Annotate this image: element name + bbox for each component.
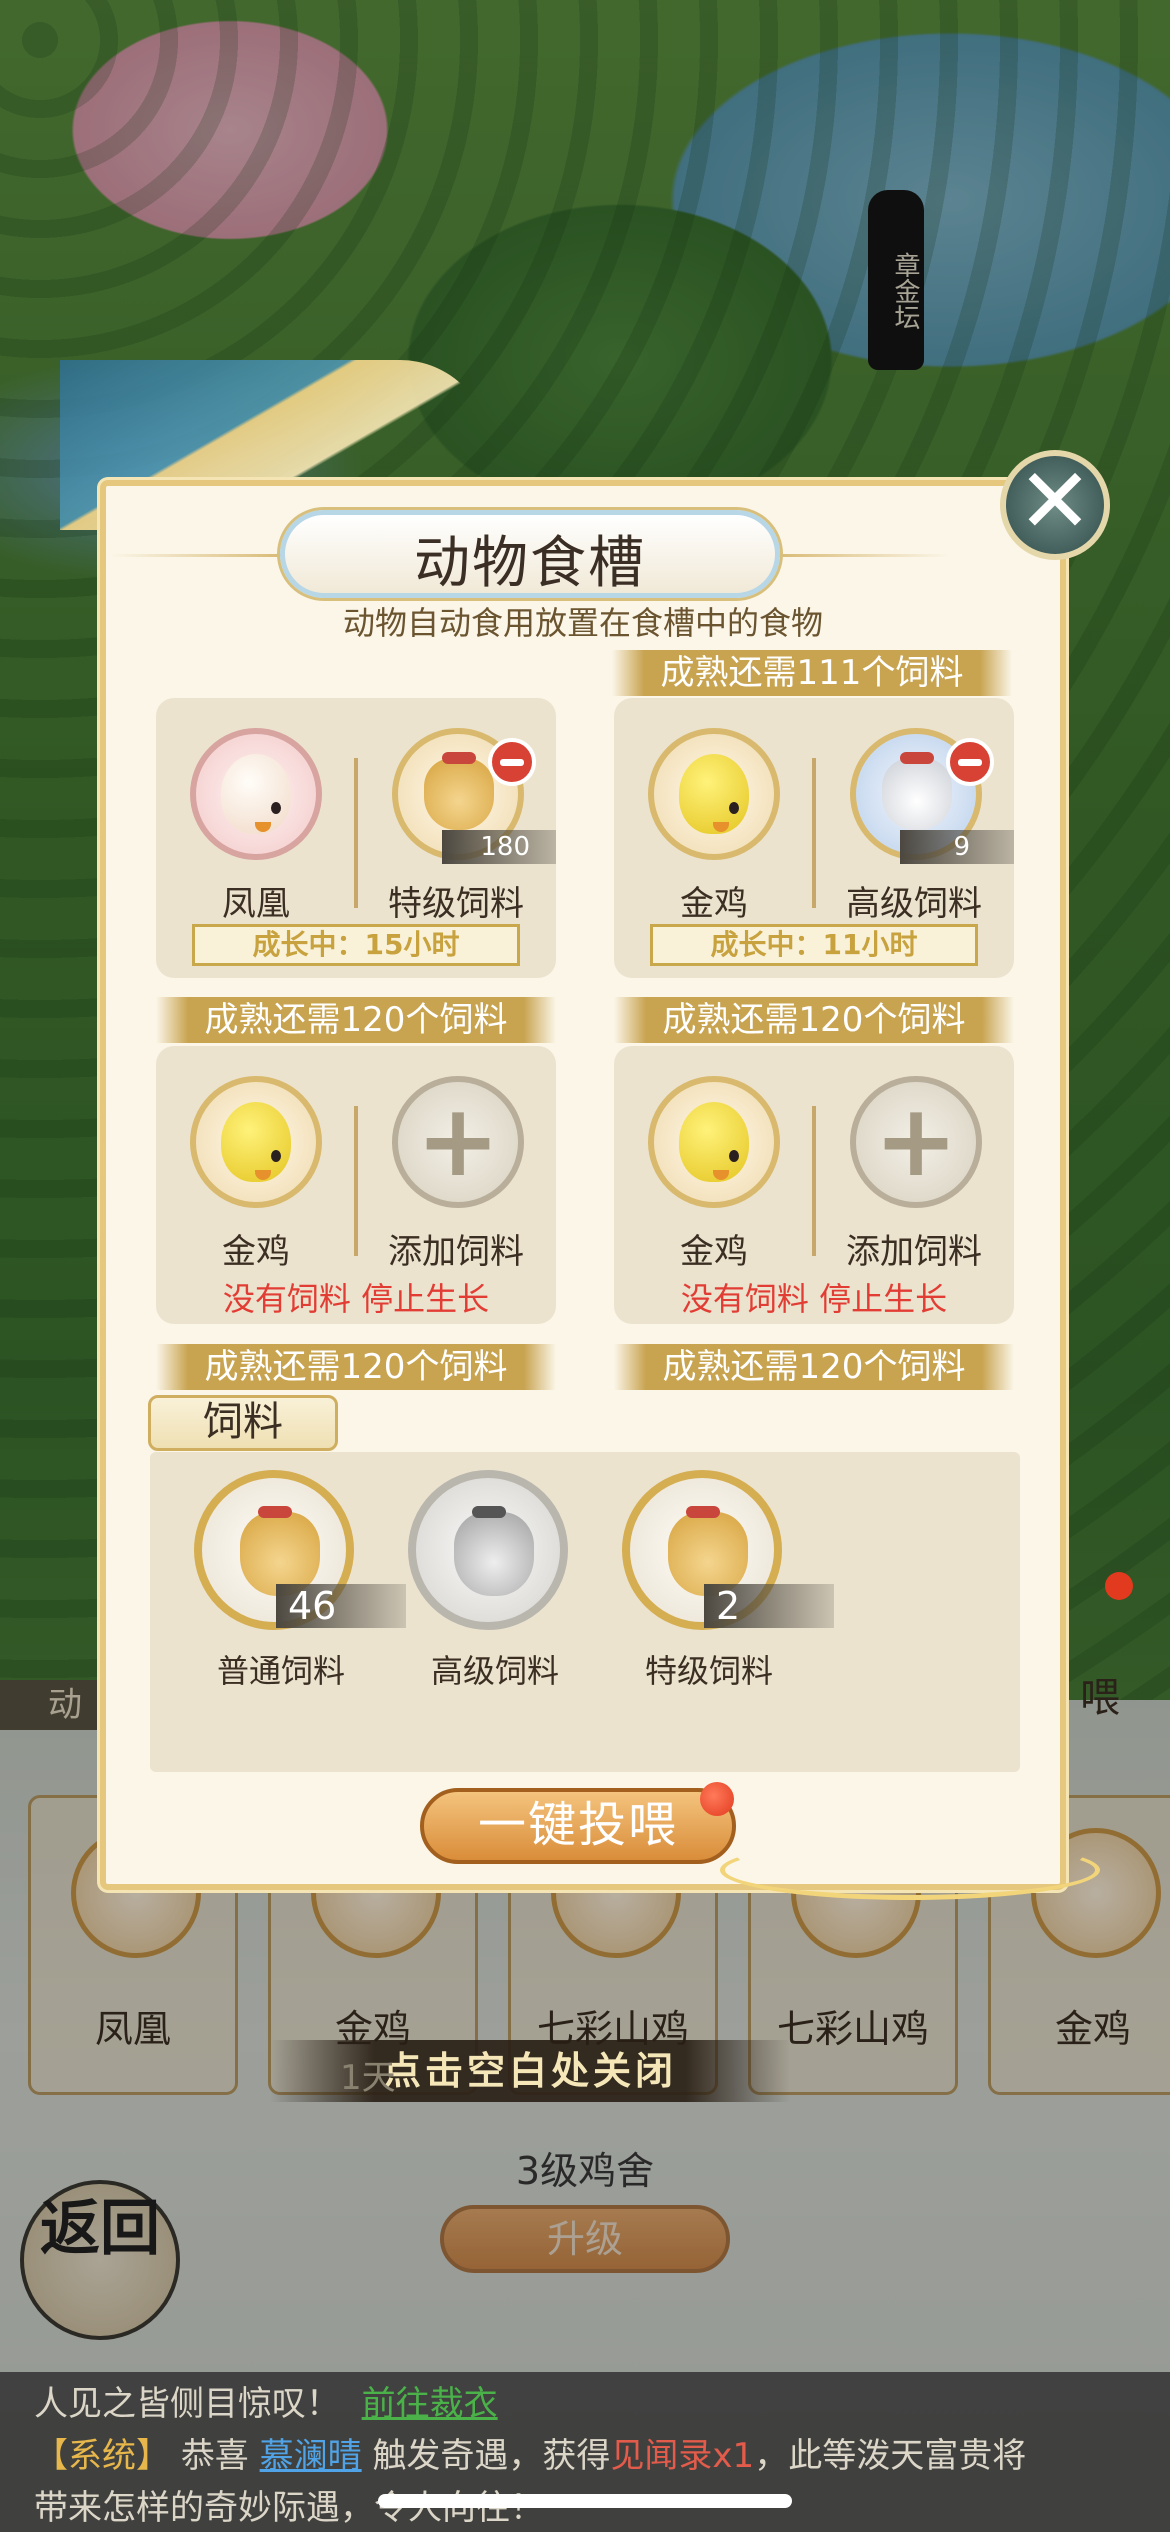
- feed-bag-icon: [424, 752, 494, 830]
- eye: [729, 802, 739, 814]
- eye: [271, 1150, 281, 1162]
- feed-inventory-panel: 46 普通饲料 高级饲料 2 特级饲料: [150, 1452, 1020, 1772]
- eye: [729, 1150, 739, 1162]
- maturity-banner: 成熟还需120个饲料: [156, 1344, 556, 1390]
- chat-line: 人见之皆侧目惊叹！ 前往裁衣: [34, 2378, 1136, 2430]
- chat-text: 触发奇遇，获得: [372, 2436, 611, 2476]
- feed-item[interactable]: 46 普通饲料: [166, 1470, 406, 1700]
- maturity-banner: 成熟还需120个饲料: [614, 997, 1014, 1043]
- feed-count: 2: [704, 1584, 834, 1628]
- player-link[interactable]: 慕澜晴: [260, 2436, 362, 2476]
- feed-label: 特级饲料: [644, 1652, 773, 1690]
- feed-section-tab: 饲料: [148, 1395, 338, 1451]
- chicken-icon: [679, 754, 749, 834]
- add-feed-button[interactable]: +: [850, 1076, 982, 1208]
- feed-bag-icon: [882, 752, 952, 830]
- home-indicator[interactable]: [378, 2494, 792, 2508]
- golden-chicken-avatar: [190, 1076, 322, 1208]
- feed-name: 特级饲料: [388, 884, 524, 924]
- day-counter: 1天: [340, 2058, 396, 2098]
- trough-card[interactable]: + 金鸡 添加饲料 没有饲料 停止生长: [614, 1046, 1014, 1324]
- chicken-icon: [679, 1102, 749, 1182]
- growth-status: 成长中：15小时: [192, 924, 520, 966]
- modal-title: 动物食槽: [414, 531, 646, 596]
- animal-name: 金鸡: [680, 1232, 748, 1272]
- add-feed-button[interactable]: +: [392, 1076, 524, 1208]
- plus-icon: +: [874, 1082, 958, 1199]
- phoenix-avatar: [190, 728, 322, 860]
- trough-card[interactable]: + 金鸡 添加饲料 没有饲料 停止生长: [156, 1046, 556, 1324]
- maturity-banner: 成熟还需111个饲料: [612, 650, 1012, 696]
- feed-item-frame: [408, 1470, 568, 1630]
- golden-chicken-avatar: [648, 1076, 780, 1208]
- remove-feed-icon[interactable]: [488, 738, 536, 786]
- maturity-banner: 成熟还需120个饲料: [614, 1344, 1014, 1390]
- feed-name: 添加饲料: [846, 1232, 982, 1272]
- feed-qty: 180: [442, 830, 556, 864]
- feed-all-button[interactable]: 一键投喂: [420, 1788, 736, 1864]
- chat-text: 恭喜: [180, 2436, 249, 2476]
- chat-line: 【系统】 恭喜 慕澜晴 触发奇遇，获得见闻录x1，此等泼天富贵将: [34, 2430, 1136, 2482]
- feed-qty: 9: [900, 830, 1014, 864]
- notification-dot: [700, 1782, 734, 1816]
- feed-name: 高级饲料: [846, 884, 982, 924]
- beak: [713, 1170, 729, 1180]
- animal-name: 金鸡: [222, 1232, 290, 1272]
- growth-status: 成长中：11小时: [650, 924, 978, 966]
- chat-feed[interactable]: 人见之皆侧目惊叹！ 前往裁衣 【系统】 恭喜 慕澜晴 触发奇遇，获得见闻录x1，…: [0, 2372, 1170, 2532]
- swirl-decoration: [720, 1840, 1100, 1900]
- system-tag: 【系统】: [34, 2436, 170, 2476]
- trough-card[interactable]: 9 金鸡 高级饲料 成长中：11小时: [614, 698, 1014, 978]
- remove-feed-icon[interactable]: [946, 738, 994, 786]
- animal-name: 金鸡: [680, 884, 748, 924]
- beak: [713, 822, 729, 832]
- chat-text: ，此等泼天富贵将: [754, 2436, 1027, 2476]
- feed-label: 高级饲料: [430, 1652, 559, 1690]
- beak: [255, 1170, 271, 1180]
- feed-item[interactable]: 2 特级饲料: [594, 1470, 834, 1700]
- eye: [271, 802, 281, 814]
- chicken-icon: [221, 1102, 291, 1182]
- golden-chicken-avatar: [648, 728, 780, 860]
- feed-label: 普通饲料: [216, 1652, 345, 1690]
- close-button[interactable]: ✕: [1000, 450, 1110, 560]
- phoenix-icon: [221, 754, 291, 834]
- title-plate: 动物食槽: [110, 510, 950, 600]
- no-feed-warning: 没有饲料 停止生长: [680, 1280, 948, 1318]
- feed-item[interactable]: 高级饲料: [380, 1470, 580, 1700]
- notification-dot: [1105, 1572, 1133, 1600]
- animal-name: 凤凰: [222, 884, 290, 924]
- no-feed-warning: 没有饲料 停止生长: [222, 1280, 490, 1318]
- item-link[interactable]: 见闻录x1: [610, 2436, 754, 2476]
- advanced-feed-icon: [454, 1506, 534, 1596]
- close-icon: ✕: [1017, 449, 1093, 554]
- trough-card[interactable]: 180 凤凰 特级饲料 成长中：15小时: [156, 698, 556, 978]
- chat-link[interactable]: 前往裁衣: [362, 2384, 498, 2424]
- modal-subtitle: 动物自动食用放置在食槽中的食物: [342, 604, 823, 642]
- feed-name: 添加饲料: [388, 1232, 524, 1272]
- beak: [255, 822, 271, 832]
- maturity-banner: 成熟还需120个饲料: [156, 997, 556, 1043]
- chat-text: 人见之皆侧目惊叹！: [34, 2384, 340, 2424]
- plus-icon: +: [416, 1082, 500, 1199]
